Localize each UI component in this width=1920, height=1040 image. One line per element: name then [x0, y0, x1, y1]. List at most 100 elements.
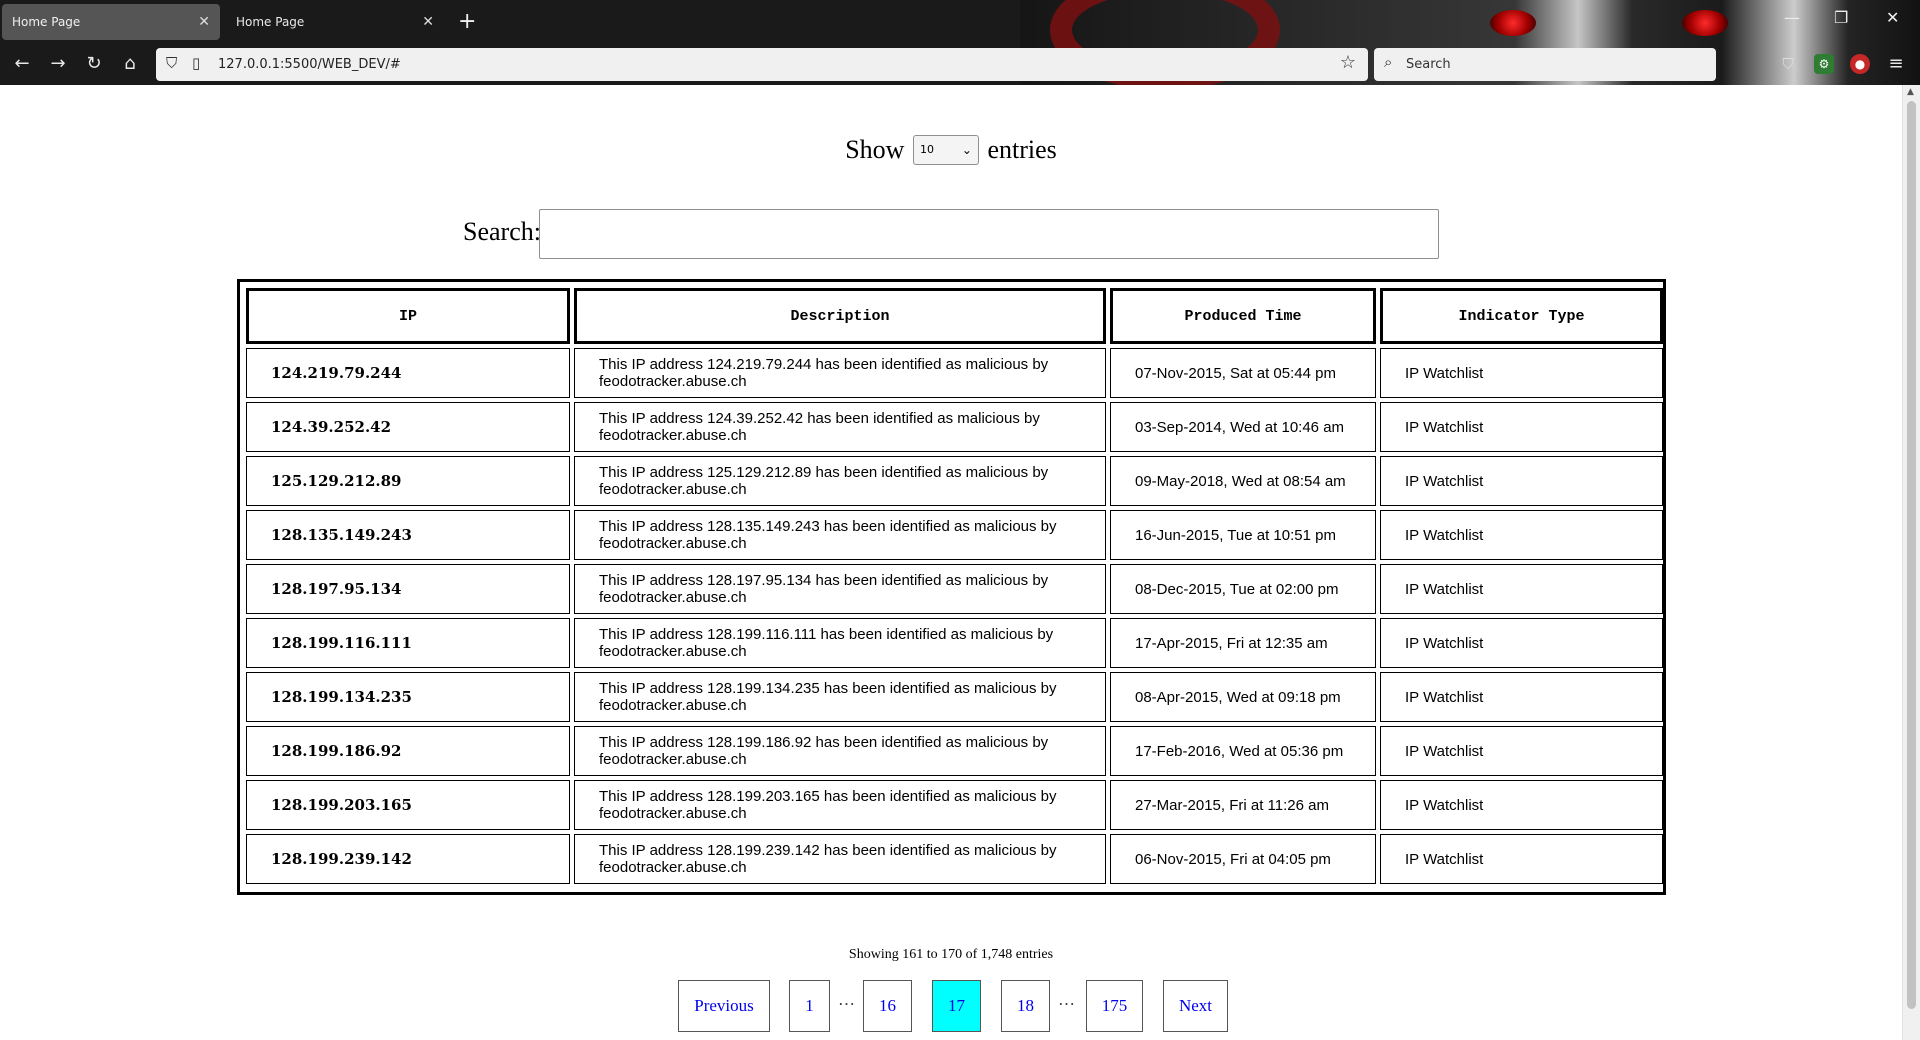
pocket-icon[interactable]: ⛉	[1778, 54, 1798, 74]
home-icon[interactable]: ⌂	[118, 52, 142, 76]
produced-time-cell: 09-May-2018, Wed at 08:54 am	[1110, 456, 1376, 506]
new-tab-plus-icon[interactable]: +	[458, 7, 476, 37]
page-icon[interactable]: ▯	[192, 54, 200, 72]
header-description[interactable]: Description	[574, 288, 1106, 344]
indicator-type-cell: IP Watchlist	[1380, 726, 1663, 776]
ip-cell: 128.199.203.165	[246, 780, 570, 830]
search-icon: ⌕	[1384, 53, 1393, 71]
url-text[interactable]: 127.0.0.1:5500/WEB_DEV/#	[218, 48, 401, 81]
restore-icon[interactable]: ❐	[1834, 8, 1848, 27]
pagination-ellipsis: …	[838, 990, 855, 1009]
table-info: Showing 161 to 170 of 1,748 entries	[848, 947, 1054, 962]
description-cell: This IP address 125.129.212.89 has been …	[574, 456, 1106, 506]
page-button-175[interactable]: 175	[1086, 980, 1143, 1032]
table-row[interactable]: 128.197.95.134 This IP address 128.197.95…	[246, 564, 1663, 614]
shield-icon[interactable]: ⛉	[166, 54, 177, 72]
tab-title: Home Page	[236, 15, 305, 29]
produced-time-cell: 16-Jun-2015, Tue at 10:51 pm	[1110, 510, 1376, 560]
ip-cell: 128.197.95.134	[246, 564, 570, 614]
table-row[interactable]: 128.199.239.142 This IP address 128.199.2…	[246, 834, 1663, 884]
entries-select[interactable]: 10 ⌄	[912, 135, 979, 166]
hamburger-menu-icon[interactable]: ≡	[1884, 52, 1908, 76]
search-input[interactable]	[539, 209, 1439, 259]
ip-cell: 128.199.186.92	[246, 726, 570, 776]
close-window-icon[interactable]: ✕	[1886, 8, 1899, 27]
address-bar[interactable]: ⛉ ▯ 127.0.0.1:5500/WEB_DEV/# ☆	[156, 48, 1368, 81]
show-label: Show	[845, 135, 905, 165]
navigation-bar: ← → ↻ ⌂ ⛉ ▯ 127.0.0.1:5500/WEB_DEV/# ☆ ⌕…	[0, 44, 1920, 85]
tab-strip: Home Page ✕ Home Page ✕ +	[0, 0, 900, 44]
minimize-icon[interactable]: —	[1784, 8, 1800, 27]
produced-time-cell: 17-Feb-2016, Wed at 05:36 pm	[1110, 726, 1376, 776]
description-cell: This IP address 128.135.149.243 has been…	[574, 510, 1106, 560]
tab-title: Home Page	[12, 15, 81, 29]
close-icon[interactable]: ✕	[422, 4, 434, 40]
scroll-up-icon[interactable]: ▲	[1907, 87, 1914, 97]
table-row[interactable]: 128.199.134.235 This IP address 128.199.1…	[246, 672, 1663, 722]
chevron-down-icon: ⌄	[961, 143, 972, 158]
page-button-18[interactable]: 18	[1001, 980, 1050, 1032]
description-cell: This IP address 124.219.79.244 has been …	[574, 348, 1106, 398]
browser-search-bar[interactable]: ⌕ Search	[1374, 48, 1716, 81]
table-row[interactable]: 124.219.79.244 This IP address 124.219.79…	[246, 348, 1663, 398]
ip-cell: 124.219.79.244	[246, 348, 570, 398]
indicator-type-cell: IP Watchlist	[1380, 834, 1663, 884]
blocker-extension-icon[interactable]: ●	[1850, 54, 1870, 74]
description-cell: This IP address 124.39.252.42 has been i…	[574, 402, 1106, 452]
scroll-thumb[interactable]	[1907, 101, 1916, 1009]
tab-home-page-active[interactable]: Home Page ✕	[2, 4, 220, 40]
browser-chrome: Home Page ✕ Home Page ✕ + — ❐ ✕ ← → ↻ ⌂ …	[0, 0, 1920, 85]
produced-time-cell: 27-Mar-2015, Fri at 11:26 am	[1110, 780, 1376, 830]
produced-time-cell: 17-Apr-2015, Fri at 12:35 am	[1110, 618, 1376, 668]
previous-page-button[interactable]: Previous	[678, 980, 770, 1032]
indicator-type-cell: IP Watchlist	[1380, 456, 1663, 506]
page-button-16[interactable]: 16	[863, 980, 912, 1032]
next-page-button[interactable]: Next	[1163, 980, 1228, 1032]
table-body: 124.219.79.244 This IP address 124.219.79…	[246, 348, 1663, 884]
produced-time-cell: 08-Apr-2015, Wed at 09:18 pm	[1110, 672, 1376, 722]
ip-cell: 128.199.134.235	[246, 672, 570, 722]
table-header-row: IP Description Produced Time Indicator T…	[246, 288, 1663, 344]
search-label: Search:	[463, 217, 541, 246]
pagination-ellipsis: …	[1058, 990, 1075, 1009]
table-row[interactable]: 124.39.252.42 This IP address 124.39.252.…	[246, 402, 1663, 452]
close-icon[interactable]: ✕	[198, 4, 210, 40]
ip-cell: 124.39.252.42	[246, 402, 570, 452]
indicator-type-cell: IP Watchlist	[1380, 348, 1663, 398]
back-arrow-icon[interactable]: ←	[10, 52, 34, 76]
indicator-type-cell: IP Watchlist	[1380, 564, 1663, 614]
indicator-type-cell: IP Watchlist	[1380, 510, 1663, 560]
indicator-type-cell: IP Watchlist	[1380, 618, 1663, 668]
table-row[interactable]: 128.199.116.111 This IP address 128.199.1…	[246, 618, 1663, 668]
page-content: Show 10 ⌄ entries Search: IP Description…	[0, 85, 1902, 1040]
ip-cell: 128.199.239.142	[246, 834, 570, 884]
description-cell: This IP address 128.199.203.165 has been…	[574, 780, 1106, 830]
forward-arrow-icon[interactable]: →	[46, 52, 70, 76]
header-indicator-type[interactable]: Indicator Type	[1380, 288, 1663, 344]
theme-eye-left	[1490, 10, 1536, 36]
entries-label: entries	[987, 135, 1057, 165]
produced-time-cell: 03-Sep-2014, Wed at 10:46 am	[1110, 402, 1376, 452]
data-table: IP Description Produced Time Indicator T…	[242, 284, 1667, 888]
description-cell: This IP address 128.199.239.142 has been…	[574, 834, 1106, 884]
table-row[interactable]: 128.199.186.92 This IP address 128.199.18…	[246, 726, 1663, 776]
ip-cell: 128.135.149.243	[246, 510, 570, 560]
star-icon[interactable]: ☆	[1340, 52, 1356, 73]
table-row[interactable]: 125.129.212.89 This IP address 125.129.21…	[246, 456, 1663, 506]
tab-home-page[interactable]: Home Page ✕	[226, 4, 444, 40]
table-row[interactable]: 128.135.149.243 This IP address 128.135.1…	[246, 510, 1663, 560]
produced-time-cell: 07-Nov-2015, Sat at 05:44 pm	[1110, 348, 1376, 398]
indicator-type-cell: IP Watchlist	[1380, 780, 1663, 830]
page-scrollbar[interactable]: ▲	[1902, 85, 1920, 1040]
page-button-17-current[interactable]: 17	[932, 980, 981, 1032]
ip-cell: 128.199.116.111	[246, 618, 570, 668]
extension-icon[interactable]: ⚙	[1814, 54, 1834, 74]
reload-icon[interactable]: ↻	[82, 52, 106, 76]
page-button-1[interactable]: 1	[789, 980, 830, 1032]
search-placeholder: Search	[1406, 57, 1451, 72]
header-ip[interactable]: IP	[246, 288, 570, 344]
produced-time-cell: 06-Nov-2015, Fri at 04:05 pm	[1110, 834, 1376, 884]
table-row[interactable]: 128.199.203.165 This IP address 128.199.2…	[246, 780, 1663, 830]
header-produced-time[interactable]: Produced Time	[1110, 288, 1376, 344]
produced-time-cell: 08-Dec-2015, Tue at 02:00 pm	[1110, 564, 1376, 614]
